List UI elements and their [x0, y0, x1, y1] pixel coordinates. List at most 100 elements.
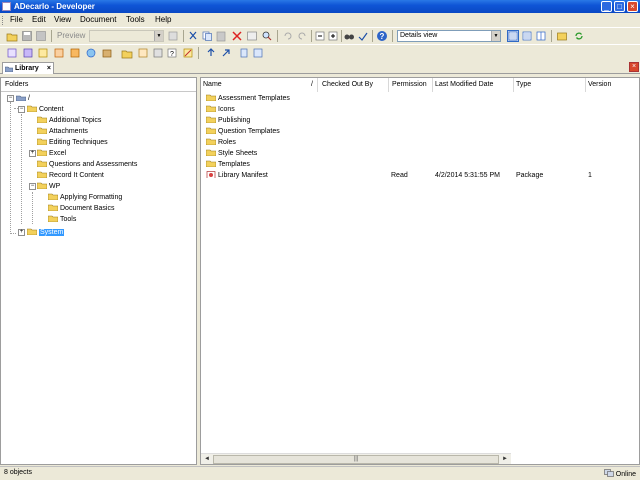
check-in-icon[interactable]: [220, 47, 232, 59]
sort-indicator-icon: /: [311, 81, 313, 88]
chevron-down-icon: ▼: [491, 31, 500, 41]
expand-icon[interactable]: [314, 30, 326, 42]
folder-icon: [206, 105, 216, 112]
column-header-version[interactable]: Version: [586, 78, 639, 92]
close-button[interactable]: ×: [627, 1, 638, 12]
outline-icon[interactable]: [167, 30, 179, 42]
tree-node-content[interactable]: Content: [27, 104, 64, 115]
preview-button[interactable]: Preview: [57, 31, 85, 40]
view-mode-select[interactable]: Details view ▼: [397, 30, 501, 42]
library-root-icon: [16, 95, 26, 101]
scroll-right-icon[interactable]: ►: [500, 455, 510, 464]
connection-status: Online: [603, 469, 636, 478]
column-header-type[interactable]: Type: [514, 78, 586, 92]
refresh-icon[interactable]: [573, 30, 585, 42]
list-view-icon[interactable]: [521, 30, 533, 42]
list-item[interactable]: Roles: [201, 137, 639, 148]
copy-icon[interactable]: [201, 30, 213, 42]
tree-node-applying-formatting[interactable]: Applying Formatting: [48, 192, 122, 203]
preview-combo[interactable]: ▼: [89, 30, 164, 42]
help-icon[interactable]: ?: [376, 30, 388, 42]
tab-close-icon[interactable]: ×: [47, 63, 51, 74]
menu-tools[interactable]: Tools: [126, 15, 145, 24]
scroll-thumb[interactable]: |||: [213, 455, 499, 464]
tree-expander[interactable]: +: [18, 229, 25, 236]
svg-text:?: ?: [170, 51, 174, 58]
tree-node-record-it-content[interactable]: Record It Content: [37, 170, 104, 181]
tree-node-attachments[interactable]: Attachments: [37, 126, 88, 137]
tree-node-additional-topics[interactable]: Additional Topics: [37, 115, 101, 126]
tree-expander[interactable]: −: [18, 106, 25, 113]
tree-node-questions-and-assessments[interactable]: Questions and Assessments: [37, 159, 137, 170]
new-assessment-icon[interactable]: [69, 47, 81, 59]
export-icon[interactable]: [152, 47, 164, 59]
folder-icon: [37, 160, 47, 167]
tree-node-excel[interactable]: Excel: [37, 148, 66, 159]
horizontal-scrollbar[interactable]: ◄ ||| ►: [201, 453, 511, 464]
list-item[interactable]: Assessment Templates: [201, 93, 639, 104]
collapse-icon[interactable]: [327, 30, 339, 42]
list-item[interactable]: Style Sheets: [201, 148, 639, 159]
tree-expander[interactable]: −: [29, 183, 36, 190]
details-view-icon[interactable]: [507, 30, 519, 42]
list-item[interactable]: Question Templates: [201, 126, 639, 137]
redo-icon[interactable]: [296, 30, 308, 42]
import-icon[interactable]: [137, 47, 149, 59]
tree-node-editing-techniques[interactable]: Editing Techniques: [37, 137, 108, 148]
svg-text:?: ?: [380, 32, 385, 41]
menu-file[interactable]: File: [10, 15, 23, 24]
column-header-name[interactable]: Name /: [201, 78, 318, 92]
search-icon[interactable]: [261, 30, 273, 42]
menu-document[interactable]: Document: [80, 15, 116, 24]
new-package-icon[interactable]: [101, 47, 113, 59]
list-item[interactable]: Publishing: [201, 115, 639, 126]
save-icon[interactable]: [21, 30, 33, 42]
paste-icon[interactable]: [215, 30, 227, 42]
library-properties-icon[interactable]: [556, 30, 568, 42]
open-icon[interactable]: [6, 30, 18, 42]
tree-node-tools[interactable]: Tools: [48, 214, 76, 225]
tree-expander[interactable]: +: [29, 150, 36, 157]
tree-node-system[interactable]: System: [27, 227, 65, 238]
chevron-down-icon: ▼: [154, 31, 163, 41]
tree-connector: [21, 114, 22, 224]
list-item[interactable]: Icons: [201, 104, 639, 115]
column-header-last-modified[interactable]: Last Modified Date: [433, 78, 514, 92]
scroll-left-icon[interactable]: ◄: [202, 455, 212, 464]
undo-icon[interactable]: [282, 30, 294, 42]
menu-edit[interactable]: Edit: [32, 15, 46, 24]
save-all-icon[interactable]: [35, 30, 47, 42]
menu-view[interactable]: View: [54, 15, 71, 24]
new-section-icon[interactable]: [22, 47, 34, 59]
publish-icon[interactable]: [182, 47, 194, 59]
new-module-icon[interactable]: [6, 47, 18, 59]
spelling-icon[interactable]: [357, 30, 369, 42]
tab-library[interactable]: Library ×: [2, 62, 54, 74]
list-item[interactable]: Templates: [201, 159, 639, 170]
cancel-checkout-icon[interactable]: [252, 47, 264, 59]
menu-help[interactable]: Help: [155, 15, 171, 24]
check-out-icon[interactable]: [205, 47, 217, 59]
find-icon[interactable]: [343, 30, 355, 42]
new-topic-icon[interactable]: [37, 47, 49, 59]
column-header-permission[interactable]: Permission: [390, 78, 433, 92]
tree-node-wp[interactable]: WP: [37, 181, 60, 192]
properties-icon[interactable]: [246, 30, 258, 42]
new-web-page-icon[interactable]: [85, 47, 97, 59]
tree-expander[interactable]: −: [7, 95, 14, 102]
new-folder-icon[interactable]: [121, 47, 133, 59]
columns-view-icon[interactable]: [535, 30, 547, 42]
column-header-checked-out-by[interactable]: Checked Out By: [320, 78, 389, 92]
minimize-button[interactable]: _: [601, 1, 612, 12]
list-item[interactable]: Library Manifest Read 4/2/2014 5:31:55 P…: [201, 170, 639, 181]
maximize-button[interactable]: □: [614, 1, 625, 12]
cut-icon[interactable]: [187, 30, 199, 42]
new-question-icon[interactable]: [53, 47, 65, 59]
delete-icon[interactable]: [231, 30, 243, 42]
close-panel-button[interactable]: ×: [629, 62, 639, 72]
document-tabs: Library × ×: [0, 61, 640, 74]
question-help-icon[interactable]: ?: [166, 47, 178, 59]
tree-node-document-basics[interactable]: Document Basics: [48, 203, 114, 214]
tree-node-root[interactable]: /: [16, 93, 30, 104]
get-latest-icon[interactable]: [238, 47, 250, 59]
